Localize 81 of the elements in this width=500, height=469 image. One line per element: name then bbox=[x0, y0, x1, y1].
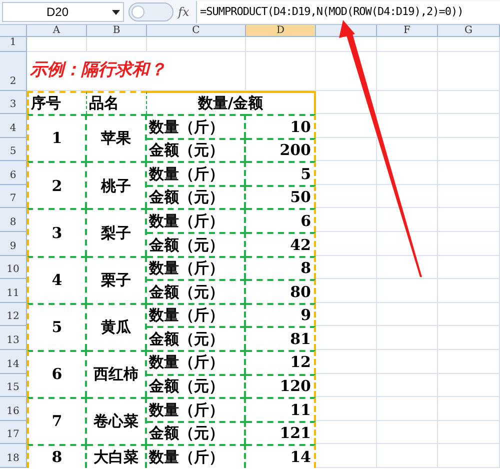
table-cell: 数量（斤） bbox=[147, 350, 246, 374]
column-header[interactable]: F bbox=[377, 25, 438, 37]
cell-reference: D20 bbox=[45, 4, 70, 21]
row-header[interactable]: 13 bbox=[0, 326, 27, 350]
row-header[interactable]: 16 bbox=[0, 397, 27, 421]
table-cell: 5 bbox=[27, 302, 87, 350]
column-header[interactable]: D bbox=[246, 25, 316, 37]
row-header[interactable]: 10 bbox=[0, 256, 27, 280]
table-cell: 栗子 bbox=[87, 256, 147, 303]
dropdown-caret-icon[interactable] bbox=[112, 10, 120, 14]
table-cell: 81 bbox=[246, 326, 316, 350]
splitter-handle-icon[interactable] bbox=[128, 2, 174, 22]
table-header-cell: 序号 bbox=[27, 91, 87, 114]
row-header[interactable]: 9 bbox=[0, 232, 27, 256]
column-header[interactable]: A bbox=[27, 25, 87, 37]
row-header[interactable]: 11 bbox=[0, 279, 27, 303]
table-cell: 5 bbox=[246, 161, 316, 185]
table-cell: 金额（元） bbox=[147, 326, 246, 350]
table-cell: 1 bbox=[27, 114, 87, 162]
row-header[interactable]: 3 bbox=[0, 91, 27, 114]
table-cell: 金额（元） bbox=[147, 184, 246, 208]
table-cell: 8 bbox=[27, 444, 87, 468]
table-cell: 梨子 bbox=[87, 208, 147, 256]
column-header[interactable]: B bbox=[87, 25, 147, 37]
table-cell: 数量（斤） bbox=[147, 208, 246, 232]
table-cell: 42 bbox=[246, 232, 316, 256]
function-icon[interactable]: fx bbox=[178, 3, 192, 21]
table-cell: 4 bbox=[27, 256, 87, 303]
sheet-title: 示例：隔行求和？ bbox=[27, 52, 246, 91]
row-header[interactable]: 2 bbox=[0, 52, 27, 91]
table-cell: 121 bbox=[246, 420, 316, 444]
table-cell: 苹果 bbox=[87, 114, 147, 162]
table-cell: 卷心菜 bbox=[87, 397, 147, 444]
table-cell: 金额（元） bbox=[147, 420, 246, 444]
column-header[interactable]: G bbox=[438, 25, 500, 37]
formula-field[interactable]: =SUMPRODUCT(D4:D19,N(MOD(ROW(D4:D19),2)=0)) bbox=[196, 1, 500, 23]
table-cell: 8 bbox=[246, 256, 316, 280]
table-cell: 10 bbox=[246, 114, 316, 138]
table-cell: 6 bbox=[27, 350, 87, 398]
row-header[interactable]: 5 bbox=[0, 138, 27, 162]
row-header[interactable]: 17 bbox=[0, 420, 27, 444]
table-header-cell: 品名 bbox=[87, 91, 147, 114]
table-header-cell: 数量/金额 bbox=[147, 91, 316, 114]
table-cell: 9 bbox=[246, 302, 316, 326]
table-cell: 80 bbox=[246, 279, 316, 303]
table-cell: 数量（斤） bbox=[147, 256, 246, 280]
table-cell: 2 bbox=[27, 161, 87, 208]
table-cell: 12 bbox=[246, 350, 316, 374]
select-all-corner[interactable] bbox=[0, 25, 27, 37]
table-cell: 14 bbox=[246, 444, 316, 468]
table-cell: 200 bbox=[246, 138, 316, 162]
row-header[interactable]: 14 bbox=[0, 350, 27, 374]
column-header[interactable]: C bbox=[147, 25, 246, 37]
row-header[interactable]: 18 bbox=[0, 444, 27, 468]
table-cell: 11 bbox=[246, 397, 316, 421]
table-cell: 7 bbox=[27, 397, 87, 444]
row-header[interactable]: 15 bbox=[0, 374, 27, 398]
row-header[interactable]: 8 bbox=[0, 208, 27, 232]
row-header[interactable]: 12 bbox=[0, 302, 27, 326]
table-cell: 金额（元） bbox=[147, 279, 246, 303]
table-cell: 120 bbox=[246, 374, 316, 398]
table-cell: 数量（斤） bbox=[147, 302, 246, 326]
table-cell: 桃子 bbox=[87, 161, 147, 208]
table-cell: 大白菜 bbox=[87, 444, 147, 468]
table-cell: 50 bbox=[246, 184, 316, 208]
name-box[interactable]: D20 bbox=[2, 2, 124, 22]
table-cell: 金额（元） bbox=[147, 232, 246, 256]
table-cell: 3 bbox=[27, 208, 87, 256]
table-cell: 数量（斤） bbox=[147, 444, 246, 468]
table-cell: 黄瓜 bbox=[87, 302, 147, 350]
table-cell: 金额（元） bbox=[147, 374, 246, 398]
table-cell: 数量（斤） bbox=[147, 397, 246, 421]
table-cell: 西红柿 bbox=[87, 350, 147, 398]
table-cell: 6 bbox=[246, 208, 316, 232]
row-header[interactable]: 4 bbox=[0, 114, 27, 138]
table-cell: 金额（元） bbox=[147, 138, 246, 162]
row-header[interactable]: 7 bbox=[0, 184, 27, 208]
row-header[interactable]: 1 bbox=[0, 37, 27, 52]
table-cell: 数量（斤） bbox=[147, 114, 246, 138]
table-cell: 数量（斤） bbox=[147, 161, 246, 185]
row-header[interactable]: 6 bbox=[0, 161, 27, 185]
